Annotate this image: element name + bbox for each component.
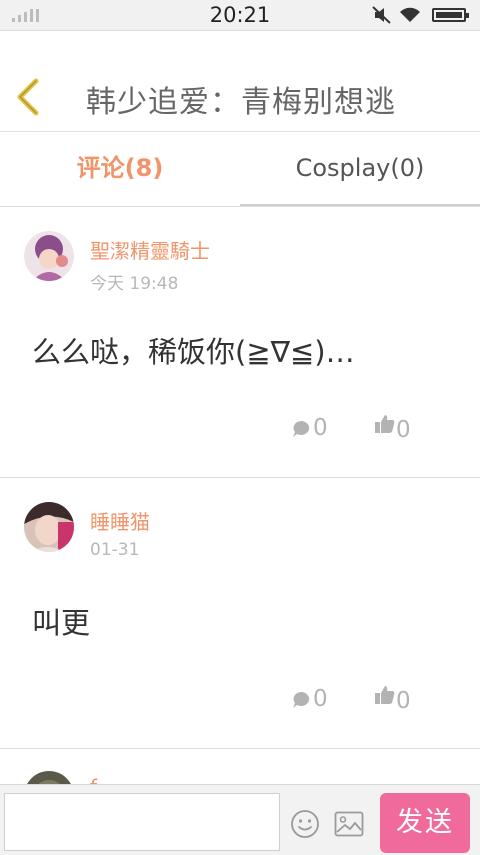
- reply-count: 0: [313, 415, 328, 441]
- reply-count: 0: [313, 686, 328, 712]
- tab-divider: [240, 204, 480, 206]
- thumbs-up-icon: [375, 686, 395, 704]
- tab-comments[interactable]: 评论(8): [0, 132, 240, 206]
- mute-icon: [372, 6, 391, 24]
- comment-text: 叫更: [32, 606, 91, 640]
- page-title: 韩少追爱：青梅别想逃: [86, 85, 396, 120]
- comment-item: 睡睡猫 01-31 叫更 0 0: [0, 478, 480, 749]
- avatar[interactable]: [24, 502, 74, 552]
- like-count: 0: [396, 417, 411, 443]
- comment-input-bar: 发送: [0, 784, 480, 855]
- tab-cosplay[interactable]: Cosplay(0): [240, 132, 480, 206]
- thumbs-up-icon: [375, 415, 395, 433]
- comment-time: 01-31: [90, 540, 140, 560]
- comment-item: f: [0, 749, 480, 784]
- like-count: 0: [396, 688, 411, 714]
- comment-username[interactable]: 聖潔精靈騎士: [90, 235, 210, 264]
- battery-icon: [432, 8, 469, 22]
- image-icon[interactable]: [334, 811, 364, 837]
- comment-text: 么么哒，稀饭你(≧∇≦)…: [32, 335, 355, 369]
- comment-username[interactable]: 睡睡猫: [90, 506, 150, 535]
- comment-bubble-icon: [293, 691, 310, 708]
- comment-bubble-icon: [293, 420, 310, 437]
- avatar[interactable]: [24, 771, 74, 784]
- wifi-icon: [400, 7, 420, 22]
- emoji-icon[interactable]: [290, 809, 320, 839]
- avatar[interactable]: [24, 231, 74, 281]
- comment-input[interactable]: [4, 793, 280, 851]
- comment-item: 聖潔精靈騎士 今天 19:48 么么哒，稀饭你(≧∇≦)… 0 0: [0, 207, 480, 478]
- comment-time: 今天 19:48: [90, 274, 179, 294]
- tab-bar: 评论(8) Cosplay(0): [0, 132, 480, 207]
- title-bar: 韩少追爱：青梅别想逃: [0, 31, 480, 132]
- chevron-left-icon[interactable]: [12, 77, 46, 117]
- send-button[interactable]: 发送: [380, 793, 470, 853]
- status-bar: 20:21: [0, 0, 480, 31]
- comment-username[interactable]: f: [90, 775, 97, 784]
